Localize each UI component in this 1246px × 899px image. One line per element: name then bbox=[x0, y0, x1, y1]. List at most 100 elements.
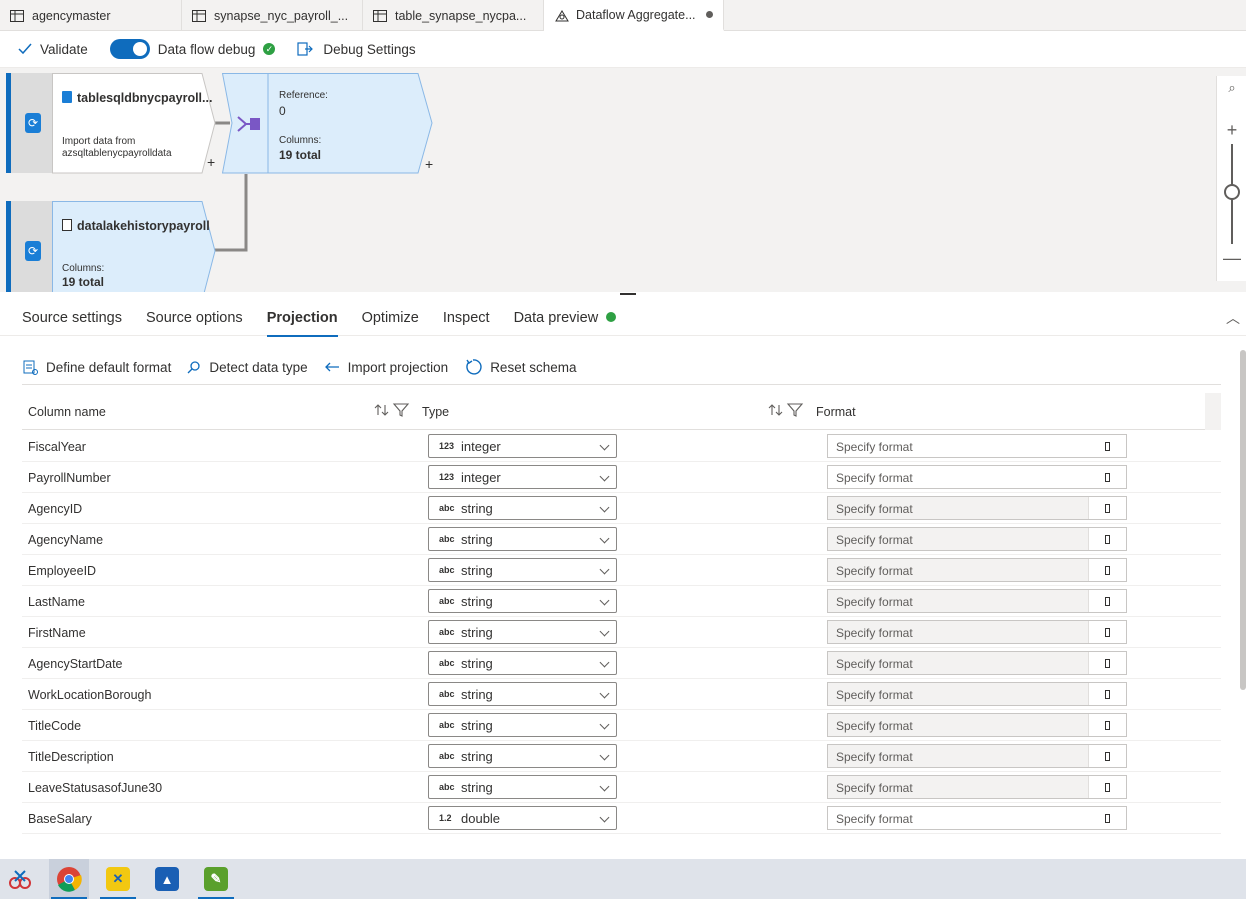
tab-data-preview[interactable]: Data preview bbox=[514, 300, 617, 336]
projection-table-header: Column name Type Format bbox=[22, 393, 1221, 430]
column-name-cell: AgencyName bbox=[28, 533, 104, 547]
import-projection-button[interactable]: Import projection bbox=[324, 360, 448, 375]
tab-optimize[interactable]: Optimize bbox=[362, 300, 419, 336]
tab-synapse-nyc-payroll[interactable]: synapse_nyc_payroll_... bbox=[182, 0, 363, 31]
format-input[interactable]: Specify format bbox=[827, 465, 1127, 489]
type-dropdown[interactable]: 123 integer bbox=[428, 465, 617, 489]
detect-data-type-button[interactable]: Detect data type bbox=[187, 359, 308, 375]
tab-agencymaster[interactable]: agencymaster bbox=[0, 0, 182, 31]
type-value: string bbox=[461, 780, 493, 795]
data-flow-debug-toggle[interactable]: Data flow debug ✓ bbox=[109, 39, 276, 59]
table-icon bbox=[373, 9, 387, 22]
define-default-format-button[interactable]: Define default format bbox=[22, 359, 171, 375]
format-input: Specify format bbox=[827, 651, 1127, 675]
debug-settings-icon bbox=[297, 42, 314, 56]
format-options-icon[interactable] bbox=[1088, 745, 1126, 767]
type-glyph-icon: abc bbox=[439, 658, 455, 668]
search-icon[interactable]: ⌕ bbox=[1217, 80, 1246, 96]
type-dropdown[interactable]: abc string bbox=[428, 744, 617, 768]
define-format-icon bbox=[23, 360, 38, 375]
table-row: AgencyStartDate abc string Specify format bbox=[22, 648, 1221, 679]
add-transform-plus[interactable]: + bbox=[425, 156, 433, 172]
type-glyph-icon: 123 bbox=[439, 441, 455, 451]
type-dropdown[interactable]: abc string bbox=[428, 527, 617, 551]
detect-data-type-label: Detect data type bbox=[209, 359, 308, 375]
format-options-icon[interactable] bbox=[1088, 497, 1126, 519]
table-icon bbox=[192, 9, 206, 22]
format-options-icon[interactable] bbox=[1088, 621, 1126, 643]
notepad-icon[interactable]: ✎ bbox=[196, 859, 236, 899]
chevron-down-icon bbox=[599, 688, 610, 699]
format-options-icon[interactable] bbox=[1088, 776, 1126, 798]
format-options-icon[interactable] bbox=[1088, 714, 1126, 736]
debug-settings-button[interactable]: Debug Settings bbox=[297, 41, 416, 57]
format-input[interactable]: Specify format bbox=[827, 434, 1127, 458]
format-options-icon[interactable] bbox=[1088, 435, 1126, 457]
tab-inspect[interactable]: Inspect bbox=[443, 300, 490, 336]
debug-toggle-switch[interactable] bbox=[109, 39, 150, 59]
table-row: BaseSalary 1.2 double Specify format bbox=[22, 803, 1221, 834]
type-dropdown[interactable]: 1.2 double bbox=[428, 806, 617, 830]
format-options-icon[interactable] bbox=[1088, 528, 1126, 550]
dataflow-canvas[interactable]: ⟳ tablesqldbnycpayroll... Import data fr… bbox=[0, 68, 1246, 292]
zoom-in-icon[interactable]: + bbox=[1217, 120, 1246, 141]
tab-table-synapse-nycpa[interactable]: table_synapse_nycpa... bbox=[363, 0, 544, 31]
table-row: EmployeeID abc string Specify format bbox=[22, 555, 1221, 586]
add-transform-plus[interactable]: + bbox=[207, 154, 215, 170]
type-dropdown[interactable]: abc string bbox=[428, 496, 617, 520]
zoom-slider-knob[interactable] bbox=[1224, 184, 1240, 200]
panel-scrollbar[interactable] bbox=[1240, 350, 1246, 690]
zoom-out-icon[interactable]: — bbox=[1217, 248, 1246, 269]
format-placeholder: Specify format bbox=[836, 471, 913, 485]
type-dropdown[interactable]: abc string bbox=[428, 620, 617, 644]
type-value: string bbox=[461, 749, 493, 764]
photos-icon[interactable]: ▲ bbox=[147, 859, 187, 899]
format-placeholder: Specify format bbox=[836, 750, 913, 764]
union-ref-value: 0 bbox=[279, 104, 286, 118]
type-dropdown[interactable]: abc string bbox=[428, 589, 617, 613]
format-options-icon[interactable] bbox=[1088, 590, 1126, 612]
sort-filter-icon bbox=[374, 403, 410, 417]
type-dropdown[interactable]: 123 integer bbox=[428, 434, 617, 458]
format-input[interactable]: Specify format bbox=[827, 806, 1127, 830]
type-dropdown[interactable]: abc string bbox=[428, 651, 617, 675]
format-options-icon[interactable] bbox=[1088, 466, 1126, 488]
panel-resize-handle[interactable] bbox=[620, 293, 636, 295]
tab-projection[interactable]: Projection bbox=[266, 300, 338, 337]
tool-app-icon[interactable]: ✕ bbox=[98, 859, 138, 899]
type-glyph-icon: abc bbox=[439, 782, 455, 792]
format-options-icon[interactable] bbox=[1088, 652, 1126, 674]
union-icon bbox=[236, 114, 262, 134]
unsaved-dot-icon[interactable] bbox=[705, 11, 713, 18]
tab-source-options[interactable]: Source options bbox=[146, 300, 243, 336]
type-dropdown[interactable]: abc string bbox=[428, 558, 617, 582]
format-placeholder: Specify format bbox=[836, 719, 913, 733]
sql-icon bbox=[62, 91, 72, 103]
chrome-icon[interactable] bbox=[49, 859, 89, 899]
type-dropdown[interactable]: abc string bbox=[428, 775, 617, 799]
tab-source-settings[interactable]: Source settings bbox=[22, 300, 122, 336]
type-dropdown[interactable]: abc string bbox=[428, 713, 617, 737]
type-value: string bbox=[461, 625, 493, 640]
reset-icon bbox=[466, 359, 482, 375]
type-dropdown[interactable]: abc string bbox=[428, 682, 617, 706]
collapse-panel-chevron-icon[interactable]: ︿ bbox=[1226, 308, 1240, 328]
define-default-format-label: Define default format bbox=[46, 359, 172, 375]
format-options-icon[interactable] bbox=[1088, 559, 1126, 581]
format-placeholder: Specify format bbox=[836, 657, 913, 671]
chevron-down-icon bbox=[599, 719, 610, 730]
reset-schema-button[interactable]: Reset schema bbox=[464, 358, 576, 376]
table-row: LastName abc string Specify format bbox=[22, 586, 1221, 617]
validate-button[interactable]: Validate bbox=[18, 42, 88, 57]
column-name-cell: AgencyID bbox=[28, 502, 83, 516]
format-options-icon[interactable] bbox=[1088, 807, 1126, 829]
type-glyph-icon: 1.2 bbox=[439, 813, 452, 823]
snipping-tool-icon[interactable] bbox=[0, 859, 40, 899]
tab-dataflow-aggregate[interactable]: Dataflow Aggregate... bbox=[544, 0, 724, 31]
column-name-sort-filter[interactable] bbox=[374, 402, 410, 421]
document-tab-strip: agencymaster synapse_nyc_payroll_... tab… bbox=[0, 0, 1246, 31]
format-options-icon[interactable] bbox=[1088, 683, 1126, 705]
zoom-controls: ⌕ + — bbox=[1216, 76, 1246, 281]
format-placeholder: Specify format bbox=[836, 564, 913, 578]
type-sort-filter[interactable] bbox=[768, 402, 804, 421]
